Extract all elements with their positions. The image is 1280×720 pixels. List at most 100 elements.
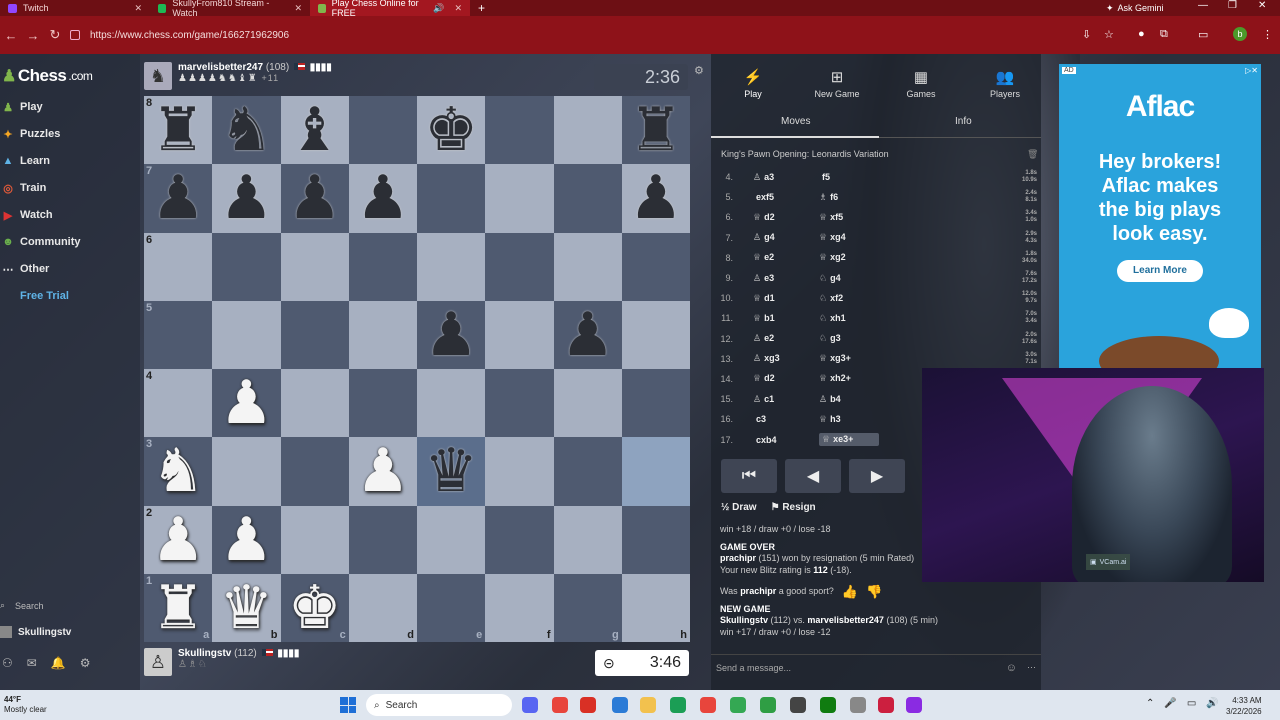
square-g6[interactable] xyxy=(553,232,622,301)
black-move[interactable]: ♘ g4 xyxy=(819,273,879,284)
square-c5[interactable] xyxy=(280,300,349,369)
square-e2[interactable] xyxy=(417,505,486,574)
discord-icon[interactable] xyxy=(522,697,538,713)
mail-icon[interactable]: ✉ xyxy=(27,656,37,670)
sidebar-item-puzzles[interactable]: ✦ Puzzles xyxy=(0,123,140,145)
square-e8[interactable]: ♚ xyxy=(417,96,486,165)
app-icon[interactable] xyxy=(580,697,596,713)
audio-icon[interactable]: 🔊 xyxy=(433,3,444,14)
tab-twitch[interactable]: Twitch ✕ xyxy=(0,0,150,16)
square-c7[interactable]: ♟ xyxy=(280,164,349,233)
square-c6[interactable] xyxy=(280,232,349,301)
sidebar-item-train[interactable]: ◎ Train xyxy=(0,177,140,199)
square-d5[interactable] xyxy=(348,300,417,369)
player-black-name[interactable]: marvelisbetter247 xyxy=(807,615,884,625)
black-move[interactable]: ♕ xf5 xyxy=(819,212,879,223)
square-a3[interactable]: 3 ♞ xyxy=(144,437,213,506)
app-icon[interactable] xyxy=(878,697,894,713)
square-b5[interactable] xyxy=(212,300,281,369)
board-settings-gear-icon[interactable]: ⚙ xyxy=(694,64,704,77)
previous-move-button[interactable]: ◀ xyxy=(785,459,841,493)
square-d1[interactable]: d xyxy=(348,573,417,642)
white-move[interactable]: ♙ a3 xyxy=(753,172,819,183)
square-e5[interactable]: ♟ xyxy=(417,300,486,369)
square-h5[interactable] xyxy=(621,300,690,369)
address-bar[interactable]: https://www.chess.com/game/166271962906 xyxy=(70,24,1130,46)
taskbar-search[interactable]: ⌕ Search xyxy=(366,694,512,716)
square-c3[interactable] xyxy=(280,437,349,506)
black-move[interactable]: ♕ xh2+ xyxy=(819,373,879,384)
chat-input[interactable]: Send a message... ☺ ⋯ xyxy=(711,654,1041,680)
sidebar-item-watch[interactable]: ▶ Watch xyxy=(0,204,140,226)
white-move[interactable]: ♕ d2 xyxy=(753,212,819,223)
square-g8[interactable] xyxy=(553,96,622,165)
white-pawn-piece[interactable]: ♟ xyxy=(356,441,410,501)
square-e4[interactable] xyxy=(417,369,486,438)
square-e6[interactable] xyxy=(417,232,486,301)
next-move-button[interactable]: ▶ xyxy=(849,459,905,493)
square-f2[interactable] xyxy=(485,505,554,574)
black-pawn-piece[interactable]: ♟ xyxy=(219,168,273,228)
white-pawn-piece[interactable]: ♟ xyxy=(219,510,273,570)
tab-players[interactable]: 👥 Players xyxy=(965,68,1045,99)
square-f4[interactable] xyxy=(485,369,554,438)
sidebar-item-free-trial[interactable]: Free Trial xyxy=(0,285,140,307)
black-bishop-piece[interactable]: ♝ xyxy=(288,100,342,160)
bell-icon[interactable]: 🔔 xyxy=(51,656,66,670)
file-explorer-icon[interactable] xyxy=(640,697,656,713)
square-f7[interactable] xyxy=(485,164,554,233)
square-g3[interactable] xyxy=(553,437,622,506)
gear-icon[interactable]: ⚙ xyxy=(80,656,91,670)
more-dots-icon[interactable]: ⋯ xyxy=(1027,662,1036,673)
white-knight-piece[interactable]: ♞ xyxy=(151,441,205,501)
tab-new-game[interactable]: ⊞ New Game xyxy=(797,68,877,99)
white-move[interactable]: ♙ g4 xyxy=(753,232,819,243)
trash-icon[interactable]: 🗑 xyxy=(1027,149,1038,160)
chrome-icon[interactable] xyxy=(552,697,568,713)
square-b3[interactable] xyxy=(212,437,281,506)
square-f6[interactable] xyxy=(485,232,554,301)
profile-avatar[interactable]: b xyxy=(1233,27,1247,41)
white-pawn-piece[interactable]: ♟ xyxy=(151,510,205,570)
aflac-ad[interactable]: AD ▷✕ Aflac Hey brokers! Aflac makes the… xyxy=(1059,64,1261,368)
square-d3[interactable]: ♟ xyxy=(348,437,417,506)
square-f5[interactable] xyxy=(485,300,554,369)
extension-icon[interactable]: ● xyxy=(1138,28,1145,40)
chrome-icon[interactable] xyxy=(700,697,716,713)
chess-board[interactable]: 8 ♜ ♞ ♝ ♚ ♜ 7 ♟ ♟ ♟ ♟ ♟ 6 5 ♟ ♟ 4 ♟ 3 ♞ ♟ ♛ 2 ♟ ♟ 1 a ♜ b ♛ c ♚ d e f g h xyxy=(144,96,690,642)
square-g1[interactable]: g xyxy=(553,573,622,642)
menu-dots-icon[interactable]: ⋮ xyxy=(1262,28,1273,41)
tab-games[interactable]: ▦ Games xyxy=(881,68,961,99)
square-h8[interactable]: ♜ xyxy=(621,96,690,165)
white-rook-piece[interactable]: ♜ xyxy=(151,578,205,638)
friends-icon[interactable]: ⚇ xyxy=(2,656,13,670)
taskbar-clock[interactable]: 4:33 AM 3/22/2026 xyxy=(1226,695,1262,717)
white-move[interactable]: ♕ d1 xyxy=(753,293,819,304)
square-h7[interactable]: ♟ xyxy=(621,164,690,233)
square-h4[interactable] xyxy=(621,369,690,438)
white-move[interactable]: ♕ b1 xyxy=(753,313,819,324)
square-b6[interactable] xyxy=(212,232,281,301)
bookmark-star-icon[interactable]: ☆ xyxy=(1104,28,1114,41)
white-move[interactable]: ♙ e2 xyxy=(753,333,819,344)
sidebar-icon[interactable]: ▭ xyxy=(1198,28,1208,41)
black-pawn-piece[interactable]: ♟ xyxy=(288,168,342,228)
black-pawn-piece[interactable]: ♟ xyxy=(561,305,615,365)
close-window-icon[interactable]: ✕ xyxy=(1258,0,1266,11)
app-icon[interactable] xyxy=(906,697,922,713)
winner-name[interactable]: prachipr xyxy=(720,553,756,563)
windows-start-icon[interactable] xyxy=(340,697,356,713)
close-tab-icon[interactable]: ✕ xyxy=(134,3,142,14)
first-move-button[interactable]: ⏮ xyxy=(721,459,777,493)
avatar[interactable]: ♙ xyxy=(144,648,172,676)
black-move[interactable]: ♗ f6 xyxy=(819,192,879,203)
square-a7[interactable]: 7 ♟ xyxy=(144,164,213,233)
square-b8[interactable]: ♞ xyxy=(212,96,281,165)
chrome-active-icon[interactable] xyxy=(730,697,746,713)
black-pawn-piece[interactable]: ♟ xyxy=(629,168,683,228)
square-g7[interactable] xyxy=(553,164,622,233)
microphone-icon[interactable]: 🎤 xyxy=(1164,698,1176,709)
player-white-name[interactable]: Skullingstv xyxy=(720,615,768,625)
reload-icon[interactable]: ↻ xyxy=(44,27,66,43)
black-move[interactable]: f5 xyxy=(819,172,879,182)
